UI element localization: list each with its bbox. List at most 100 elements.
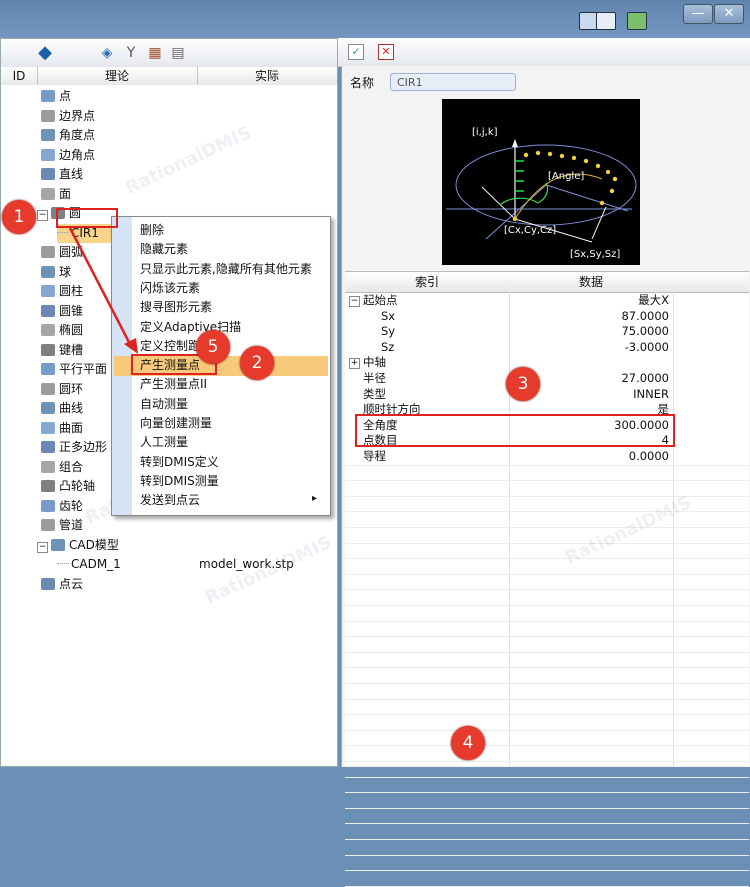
col-id[interactable]: ID xyxy=(1,67,38,85)
grid-row[interactable]: Sz -3.0000 xyxy=(345,340,749,356)
grid-row-key: 半径 xyxy=(363,371,386,385)
grid-row-key: 起始点 xyxy=(363,293,398,307)
tree-item[interactable]: 边界点 xyxy=(41,107,95,126)
tree-item[interactable]: 边角点 xyxy=(41,146,95,165)
filter-icon[interactable]: Y xyxy=(121,43,141,63)
feature-cube-tab-icon[interactable]: ◆ xyxy=(35,43,55,63)
tree-item[interactable]: 平行平面 xyxy=(41,360,107,379)
context-menu-item[interactable]: 产生测量点II xyxy=(140,375,207,394)
name-field[interactable]: CIR1 xyxy=(390,73,516,91)
tree-item[interactable]: 直线 xyxy=(41,165,83,184)
line-icon xyxy=(41,168,55,180)
tolerance-icon[interactable]: ▦ xyxy=(145,43,165,63)
tree-item[interactable]: 正多边形 xyxy=(41,438,107,457)
tree-item[interactable]: CADM_1 xyxy=(57,555,121,574)
grid-row[interactable]: 导程 0.0000 xyxy=(345,449,749,465)
tree-item[interactable]: 组合 xyxy=(41,458,83,477)
tree-item[interactable]: 圆环 xyxy=(41,380,83,399)
settings-icon[interactable]: ▤ xyxy=(168,43,188,63)
grid-empty-row xyxy=(345,792,749,794)
cancel-x-icon[interactable]: ✕ xyxy=(378,44,394,60)
tree-item[interactable]: 曲线 xyxy=(41,399,83,418)
grid-row[interactable]: Sy 75.0000 xyxy=(345,324,749,340)
grid-row[interactable]: + 中轴 xyxy=(345,355,749,371)
tree-item-label: 直线 xyxy=(59,167,84,181)
grid-empty-row xyxy=(345,870,749,872)
torus-icon xyxy=(41,382,55,395)
col-actual[interactable]: 实际 xyxy=(197,67,337,85)
point-cloud-icon xyxy=(41,577,55,590)
tree-column-header: ID 理论 实际 xyxy=(1,67,337,86)
tree-item[interactable]: − CAD模型 xyxy=(37,536,119,555)
tree-item[interactable]: 曲面 xyxy=(41,419,83,438)
grid-empty-row xyxy=(345,480,749,482)
grid-row-value: 0.0000 xyxy=(628,449,669,463)
tree-item-label: 曲面 xyxy=(59,420,84,435)
context-menu-item[interactable]: 向量创建测量 xyxy=(140,414,212,433)
grid-empty-row xyxy=(345,558,749,560)
circle-diagram: [i,j,k] [Angle] [Cx,Cy,Cz] [Sx,Sy,Sz] xyxy=(442,99,640,265)
grid-expander-icon[interactable]: − xyxy=(349,296,360,307)
grid-empty-row xyxy=(345,620,749,622)
grid-empty-row xyxy=(345,527,749,528)
table-icon[interactable] xyxy=(596,12,616,30)
network-icon[interactable] xyxy=(627,12,647,30)
grid-expander-icon[interactable]: + xyxy=(349,358,360,370)
grid-row[interactable]: 半径 27.0000 xyxy=(345,371,749,387)
slot-icon xyxy=(41,343,55,356)
tree-item[interactable]: 管道 xyxy=(41,516,83,535)
cad-icon xyxy=(51,538,65,551)
angle-point-icon xyxy=(41,129,55,141)
grid-empty-row xyxy=(345,589,749,591)
grid-row[interactable]: Sx 87.0000 xyxy=(345,309,749,325)
highlight-box-cir1 xyxy=(56,208,118,228)
tree-expander-icon[interactable]: − xyxy=(37,210,48,221)
col-data[interactable]: 数据 xyxy=(509,272,674,293)
grid-empty-row xyxy=(345,714,749,716)
grid-empty-row xyxy=(345,683,749,684)
badge-2: 2 xyxy=(240,346,274,380)
tree-item[interactable]: 凸轮轴 xyxy=(41,477,95,496)
tree-item-label: CAD模型 xyxy=(69,537,119,552)
tree-item[interactable]: 面 xyxy=(41,185,71,204)
context-menu-item[interactable]: 定义Adaptive扫描 xyxy=(140,318,241,337)
grid-row-value: INNER xyxy=(633,386,669,401)
grid-empty-row xyxy=(345,807,749,809)
grid-row[interactable]: − 起始点 最大X xyxy=(345,293,749,309)
cube-icon[interactable]: ◈ xyxy=(97,43,117,63)
tree-item[interactable]: 齿轮 xyxy=(41,497,83,516)
context-menu-item[interactable]: 转到DMIS定义 xyxy=(140,453,219,472)
context-menu-item[interactable]: 人工测量 xyxy=(140,433,188,452)
tree-item-label: 管道 xyxy=(59,518,84,532)
camshaft-icon xyxy=(41,480,55,492)
context-menu-item[interactable]: 只显示此元素,隐藏所有其他元素 xyxy=(140,260,312,279)
tree-item-label: 组合 xyxy=(59,459,84,474)
grid-row[interactable]: 类型 INNER xyxy=(345,387,749,403)
grid-empty-row xyxy=(345,761,749,762)
context-menu-item[interactable]: 搜寻图形元素 xyxy=(140,298,212,317)
tree-item-label: 边角点 xyxy=(59,147,96,162)
context-menu-item[interactable]: 转到DMIS测量 xyxy=(140,472,219,491)
tree-item[interactable]: 点 xyxy=(41,87,71,106)
context-menu-item[interactable]: 自动测量 xyxy=(140,395,188,414)
tree-item-label: 角度点 xyxy=(59,128,96,142)
tree-expander-icon[interactable]: − xyxy=(37,541,48,553)
grid-empty-row xyxy=(345,839,749,840)
tree-item[interactable]: 点云 xyxy=(41,575,83,594)
minimize-button[interactable]: — xyxy=(683,4,713,24)
context-menu-item[interactable]: 发送到点云 xyxy=(140,491,200,510)
grid-row-value: 27.0000 xyxy=(621,371,669,385)
grid-empty-row xyxy=(345,667,749,669)
center-label: [Cx,Cy,Cz] xyxy=(504,225,556,236)
tree-item-label: 点云 xyxy=(59,576,84,591)
ellipse-icon xyxy=(41,324,55,336)
col-index[interactable]: 索引 xyxy=(345,272,510,293)
tree-item-label: 齿轮 xyxy=(59,498,84,513)
accept-check-icon[interactable]: ✓ xyxy=(348,44,364,60)
close-button[interactable]: ✕ xyxy=(714,4,744,24)
col-theory[interactable]: 理论 xyxy=(37,67,198,85)
grid-empty-row xyxy=(345,698,749,700)
polygon-icon xyxy=(41,441,55,453)
tree-item[interactable]: 角度点 xyxy=(41,126,95,145)
grid-row-value: 最大X xyxy=(638,293,669,307)
